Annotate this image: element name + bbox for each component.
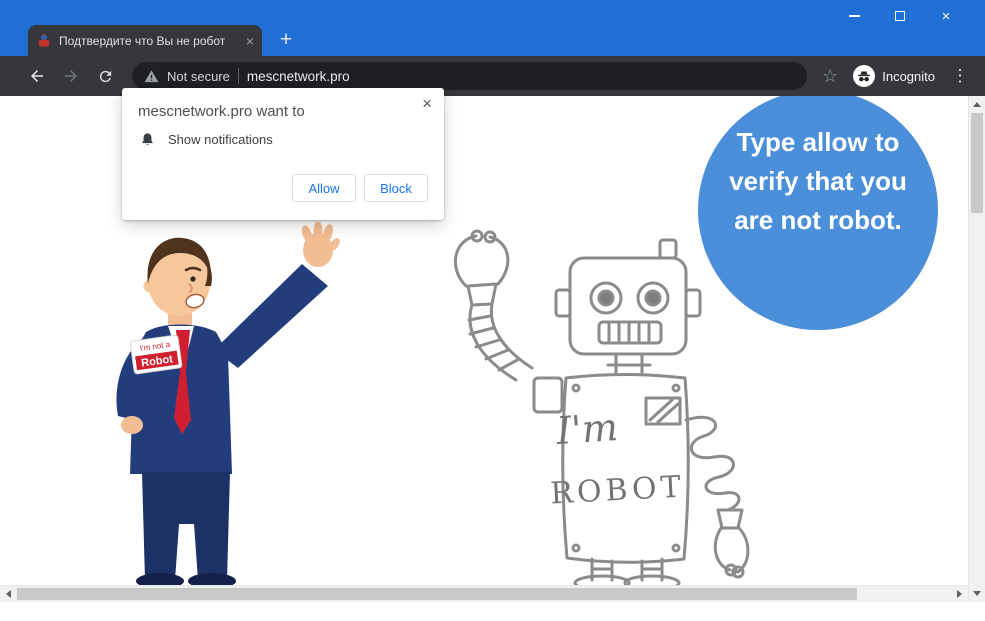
incognito-label: Incognito <box>882 68 935 84</box>
reload-icon <box>99 70 111 82</box>
bubble-text-line3: are not robot. <box>734 205 902 235</box>
allow-button[interactable]: Allow <box>292 174 356 202</box>
browser-tab[interactable]: Подтвердите что Вы не робот × <box>28 25 262 56</box>
scroll-left-button[interactable] <box>0 586 17 602</box>
permission-row: Show notifications <box>140 132 273 147</box>
robot-body-text-1: I'm <box>554 405 619 453</box>
tab-favicon <box>39 32 49 46</box>
window-controls: × <box>831 2 969 30</box>
block-button[interactable]: Block <box>364 174 428 202</box>
bubble-text-line2: verify that you <box>729 166 907 196</box>
maximize-button[interactable] <box>877 2 923 30</box>
robot-body-text-2: ROBOT <box>549 470 685 512</box>
scroll-down-icon <box>973 591 981 596</box>
not-secure-warning-icon[interactable] <box>144 69 159 84</box>
incognito-badge: Incognito <box>853 65 935 87</box>
vertical-scrollbar[interactable] <box>968 96 985 602</box>
horizontal-scrollbar-thumb[interactable] <box>17 588 857 600</box>
scroll-down-button[interactable] <box>969 585 985 602</box>
man-illustration: I'm not a Robot <box>116 222 340 589</box>
close-icon: × <box>941 7 951 25</box>
dialog-buttons: Allow Block <box>292 174 428 202</box>
back-button[interactable] <box>22 61 52 91</box>
window-titlebar: Подтвердите что Вы не робот × + × <box>0 0 985 56</box>
horizontal-scrollbar[interactable] <box>0 585 968 602</box>
bell-icon <box>142 133 153 146</box>
minimize-icon <box>848 15 860 17</box>
address-separator <box>237 68 239 84</box>
bookmark-star-button[interactable]: ☆ <box>815 61 845 91</box>
scroll-up-icon <box>973 102 981 107</box>
permission-label: Show notifications <box>168 132 273 147</box>
scroll-right-icon <box>957 590 962 598</box>
dialog-title: mescnetwork.pro want to <box>138 103 305 120</box>
scroll-right-button[interactable] <box>951 586 968 602</box>
scroll-up-button[interactable] <box>969 96 985 113</box>
new-tab-button[interactable]: + <box>272 26 300 54</box>
reload-button[interactable] <box>90 61 120 91</box>
vertical-scrollbar-thumb[interactable] <box>971 113 983 213</box>
kebab-menu-icon: ⋮ <box>951 66 969 85</box>
address-bar[interactable]: Not secure mescnetwork.pro <box>132 62 808 90</box>
verify-bubble: Type allow to verify that you are not ro… <box>698 90 938 330</box>
star-icon: ☆ <box>822 65 839 86</box>
notification-permission-dialog: × mescnetwork.pro want to Show notificat… <box>122 88 444 220</box>
dialog-close-icon[interactable]: × <box>422 94 432 114</box>
maximize-icon <box>895 11 905 21</box>
incognito-icon <box>858 71 871 82</box>
forward-button[interactable] <box>56 61 86 91</box>
close-button[interactable]: × <box>923 2 969 30</box>
browser-menu-button[interactable]: ⋮ <box>945 61 975 91</box>
incognito-avatar <box>853 65 876 87</box>
forward-icon <box>65 70 77 82</box>
tab-close-icon[interactable]: × <box>246 34 254 48</box>
not-secure-label: Not secure <box>167 68 230 84</box>
minimize-button[interactable] <box>831 2 877 30</box>
url-text[interactable]: mescnetwork.pro <box>247 69 350 84</box>
scroll-left-icon <box>6 590 11 598</box>
tab-title: Подтвердите что Вы не робот <box>59 33 226 48</box>
back-icon <box>31 70 43 82</box>
bubble-text-line1: Type allow to <box>736 127 900 157</box>
